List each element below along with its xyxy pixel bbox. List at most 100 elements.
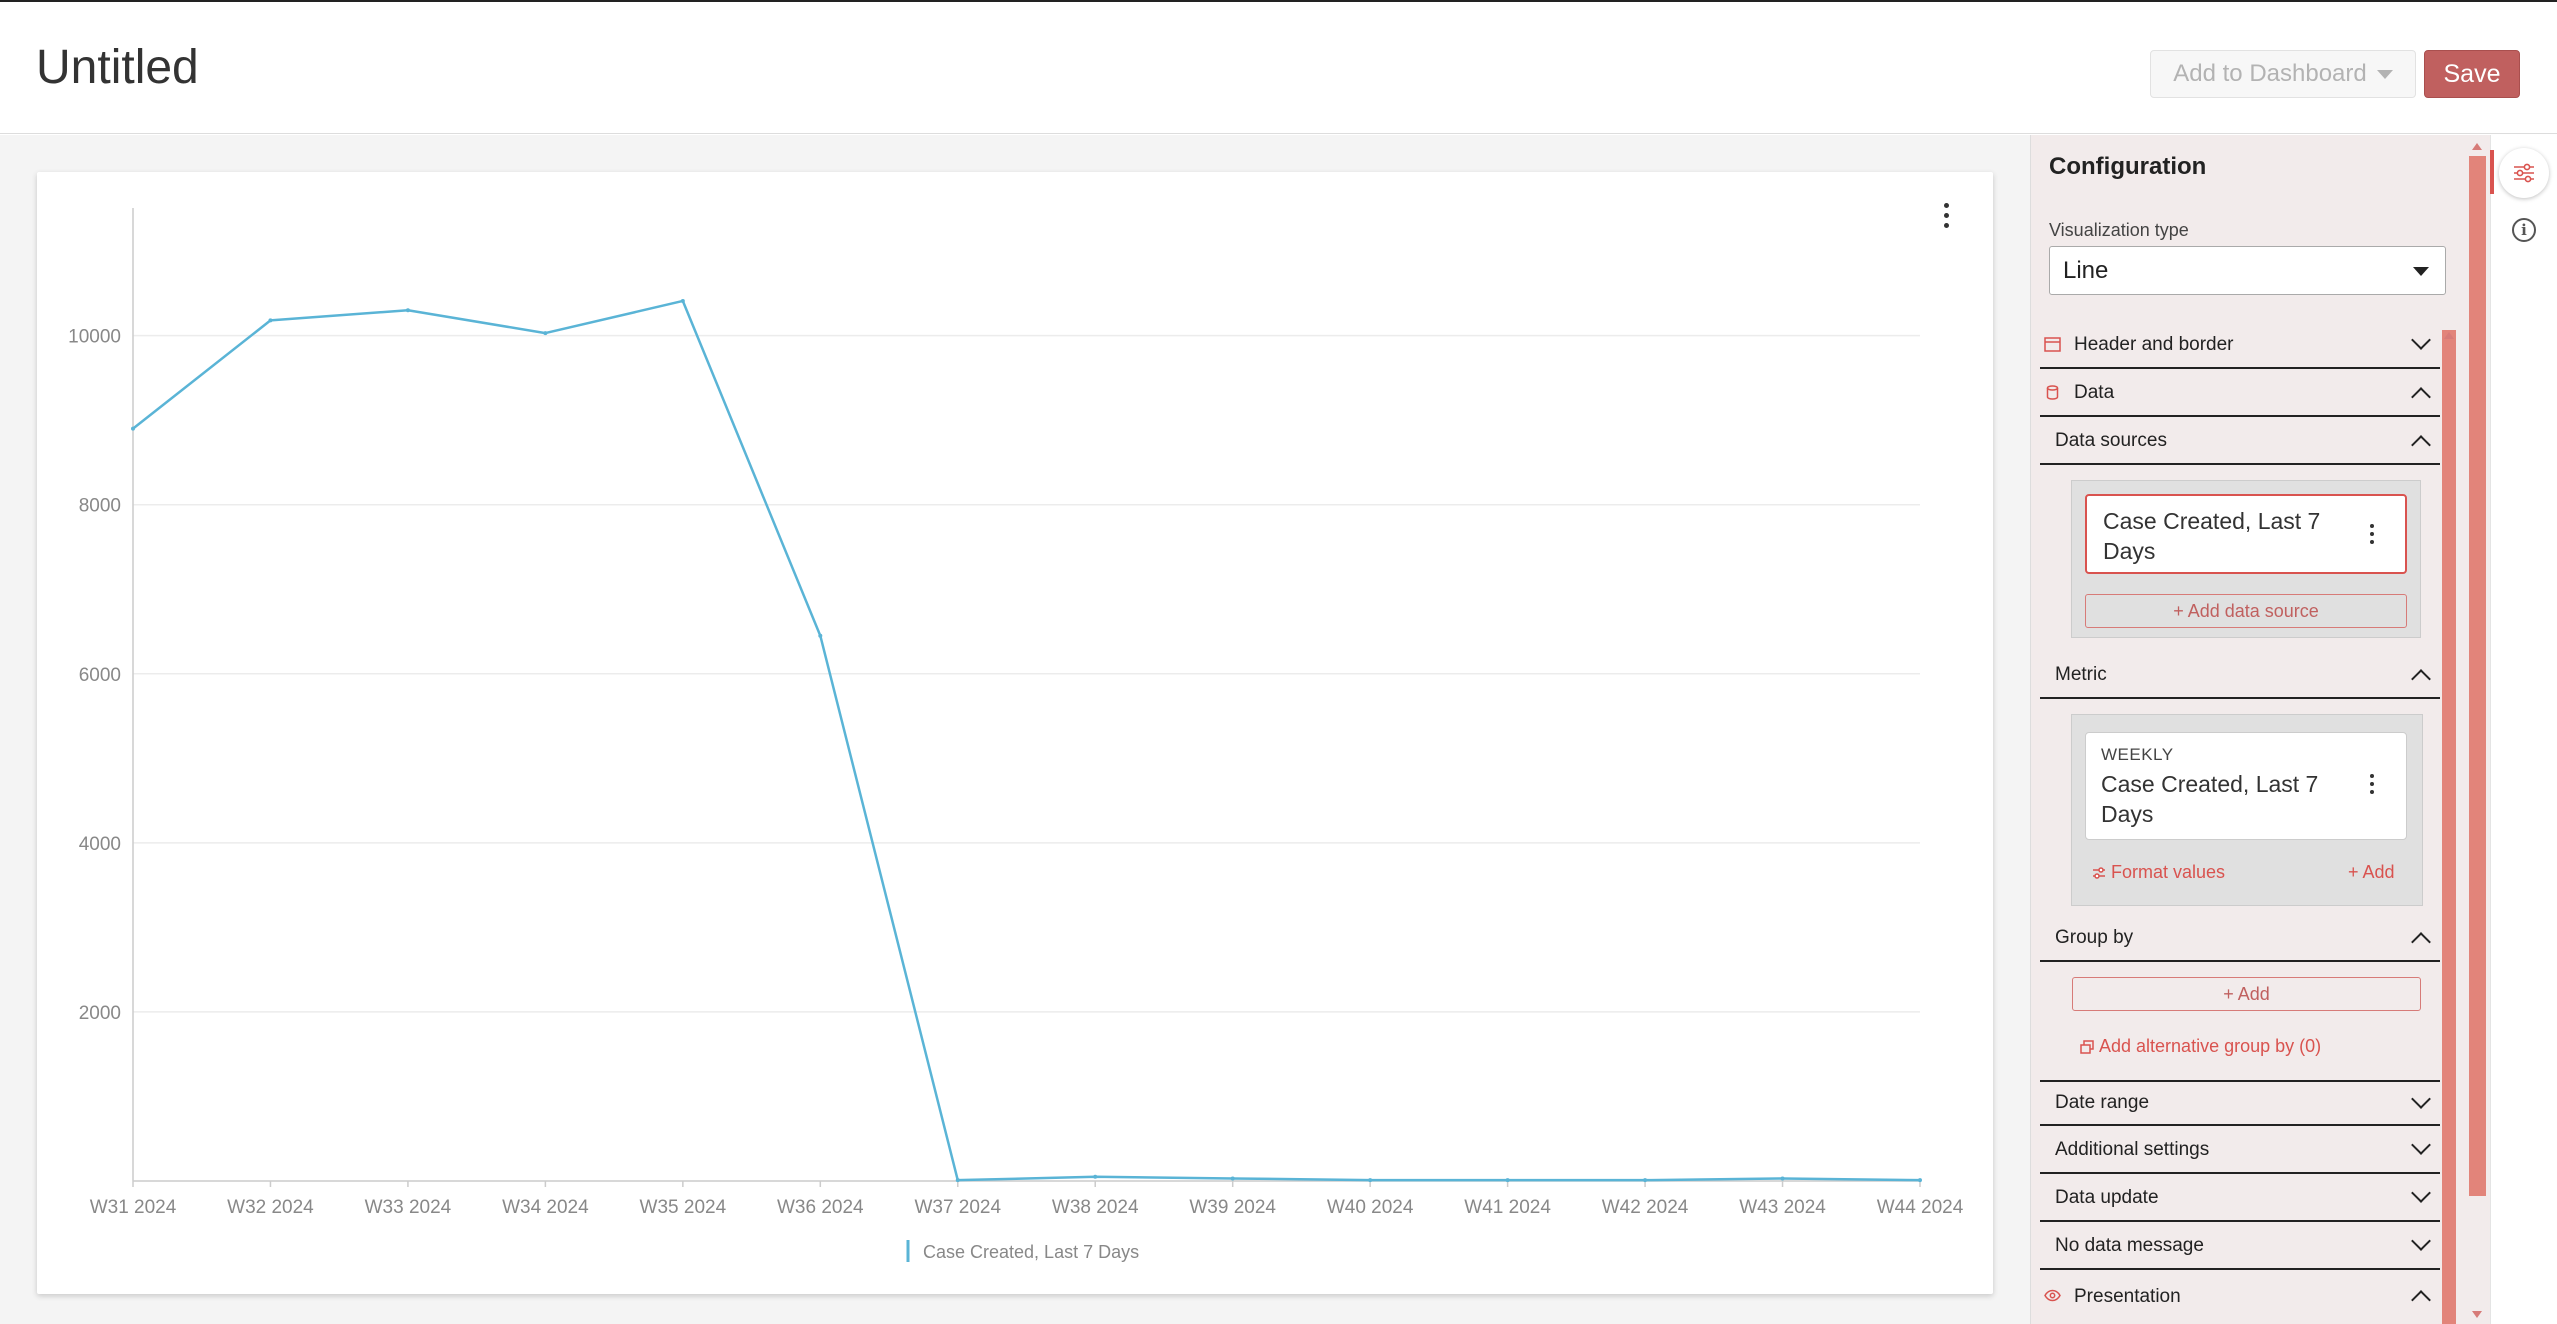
y-tick-label: 4000 [79,834,121,855]
data-source-name: Case Created, Last 7 Days [2103,508,2321,564]
save-button[interactable]: Save [2424,50,2520,98]
sliders-icon [2093,866,2105,879]
data-point [543,331,548,336]
data-point [1780,1176,1785,1181]
line-chart: 2000 4000 6000 8000 10000 W31 2024 W32 2024 W33… [68,208,1964,1262]
chevron-down-icon [2411,1135,2431,1155]
panel-scrollbar[interactable] [2466,140,2488,1324]
section-additional-settings[interactable]: Additional settings [2040,1128,2440,1174]
configuration-heading: Configuration [2049,153,2207,180]
section-presentation[interactable]: Presentation [2040,1274,2440,1320]
data-point [1230,1176,1235,1181]
x-tick-label: W39 2024 [1189,1197,1276,1218]
header-border-icon [2044,337,2061,352]
data-point [680,298,685,303]
page-title[interactable]: Untitled [36,40,199,95]
section-data-sources[interactable]: Data sources [2040,419,2440,465]
right-rail [2490,135,2557,1324]
section-label: Data [2074,382,2115,403]
caret-down-icon [2376,69,2393,79]
format-values-label: Format values [2111,862,2226,882]
active-indicator [2490,150,2494,194]
section-group-by[interactable]: Group by [2040,916,2440,962]
chevron-up-icon [2411,669,2431,689]
chevron-up-icon [2411,1290,2431,1310]
x-tick-label: W34 2024 [502,1197,589,1218]
data-point [268,318,273,323]
section-data[interactable]: Data [2040,371,2440,417]
chevron-down-icon [2411,1089,2431,1109]
data-point [955,1178,960,1183]
scroll-down-arrow-icon[interactable] [2472,1311,2482,1318]
y-tick-label: 2000 [79,1003,121,1024]
add-alternative-group-by-link[interactable]: Add alternative group by (0) [2080,1036,2321,1057]
scroll-up-arrow-icon[interactable] [2472,143,2482,150]
group-by-add-button[interactable]: + Add [2072,977,2421,1011]
section-header-and-border[interactable]: Header and border [2040,323,2440,369]
x-tick-label: W35 2024 [640,1197,727,1218]
section-no-data-message[interactable]: No data message [2040,1224,2440,1270]
section-label: Data update [2055,1187,2159,1208]
info-icon[interactable]: i [2512,218,2536,242]
legend-label: Case Created, Last 7 Days [923,1242,1139,1262]
add-alternative-group-by-label: Add alternative group by (0) [2099,1036,2322,1056]
section-label: Additional settings [2055,1139,2210,1160]
chevron-up-icon [2411,932,2431,952]
data-point [1368,1178,1373,1183]
settings-sliders-icon [2514,163,2534,183]
data-point [131,426,135,431]
database-icon [2046,385,2059,400]
section-data-update[interactable]: Data update [2040,1176,2440,1222]
scroll-up-arrow-icon[interactable] [2444,332,2454,339]
chevron-up-icon [2411,435,2431,455]
visualization-type-label: Visualization type [2049,220,2189,240]
section-label: Date range [2055,1092,2150,1113]
section-metric[interactable]: Metric [2040,653,2440,699]
add-to-dashboard-label: Add to Dashboard [2173,60,2367,87]
data-point [1918,1178,1922,1183]
configuration-toggle-button[interactable] [2499,148,2549,198]
metric-card[interactable]: WEEKLY Case Created, Last 7 Days [2085,732,2407,840]
page-header: Untitled Add to Dashboard Save [0,2,2557,134]
x-tick-label: W40 2024 [1327,1197,1414,1218]
section-date-range[interactable]: Date range [2040,1080,2440,1126]
x-tick-label: W33 2024 [365,1197,452,1218]
data-point [1643,1178,1648,1183]
y-tick-label: 8000 [79,496,121,517]
add-data-source-button[interactable]: + Add data source [2085,594,2407,628]
eye-icon [2044,1289,2061,1302]
data-source-card[interactable]: Case Created, Last 7 Days [2085,494,2407,574]
x-tick-label: W31 2024 [90,1197,177,1218]
x-tick-label: W37 2024 [914,1197,1001,1218]
layers-icon [2080,1039,2094,1054]
section-label: Data sources [2055,430,2167,451]
data-source-kebab-icon[interactable] [2362,522,2382,546]
panel-scrollbar-thumb[interactable] [2469,156,2486,1196]
caret-down-icon [2413,267,2429,276]
x-tick-label: W42 2024 [1602,1197,1689,1218]
chevron-down-icon [2411,1231,2431,1251]
metric-kebab-icon[interactable] [2362,772,2382,796]
metric-name: Case Created, Last 7 Days [2101,771,2319,827]
x-tick-label: W44 2024 [1877,1197,1964,1218]
y-tick-label: 10000 [68,327,121,348]
series-line [132,299,1921,1182]
add-to-dashboard-button[interactable]: Add to Dashboard [2150,50,2416,98]
x-tick-label: W38 2024 [1052,1197,1139,1218]
metric-period: WEEKLY [2101,745,2174,764]
data-point [818,633,823,638]
chevron-up-icon [2411,387,2431,407]
metric-add-link[interactable]: + Add [2348,862,2395,883]
section-label: No data message [2055,1235,2204,1256]
x-tick-label: W43 2024 [1739,1197,1826,1218]
format-values-link[interactable]: Format values [2092,862,2225,883]
data-point [1093,1174,1098,1179]
visualization-type-value: Line [2063,256,2109,284]
y-tick-label: 6000 [79,665,121,686]
panel-inner-scrollbar[interactable] [2442,330,2456,1324]
x-tick-label: W41 2024 [1464,1197,1551,1218]
visualization-type-select[interactable]: Line [2049,246,2446,295]
section-label: Header and border [2074,334,2234,355]
chevron-down-icon [2411,1183,2431,1203]
data-point [405,308,410,313]
